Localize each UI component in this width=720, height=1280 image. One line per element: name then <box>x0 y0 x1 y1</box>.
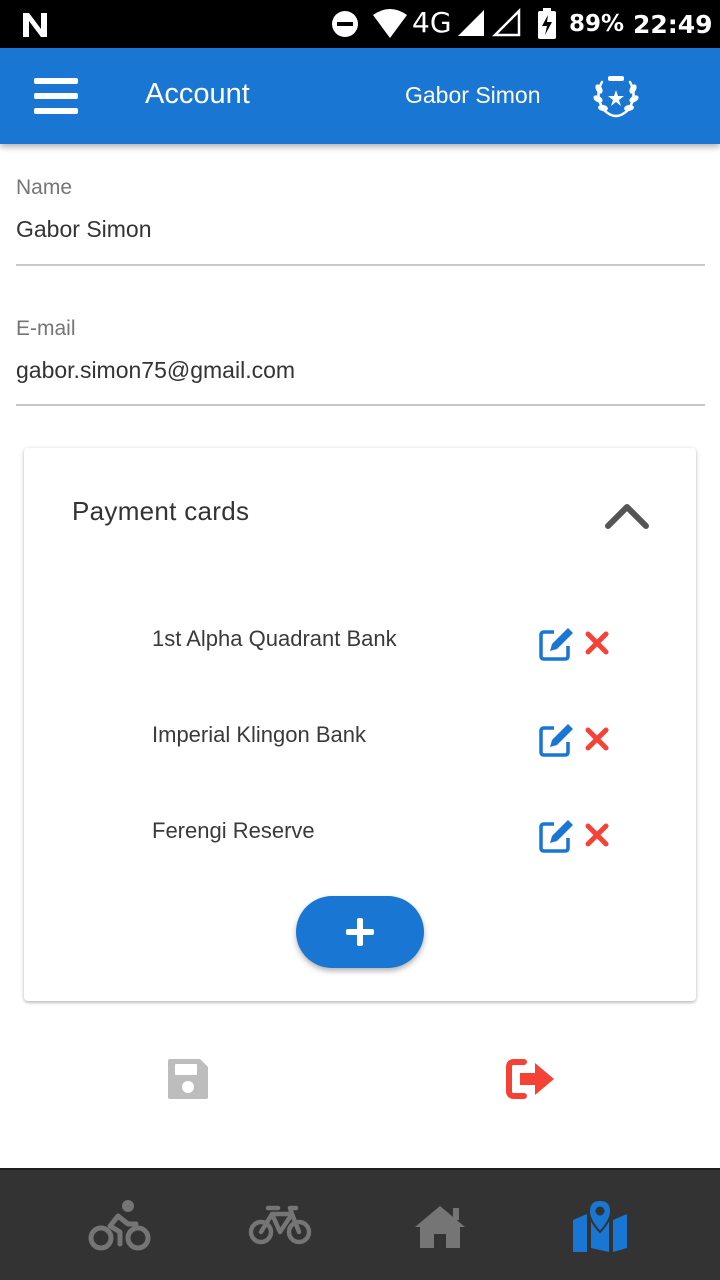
delete-icon[interactable] <box>584 630 610 656</box>
add-payment-card-button[interactable] <box>296 896 424 968</box>
bottom-navigation <box>0 1168 720 1280</box>
payment-card-row: 1st Alpha Quadrant Bank <box>152 626 622 666</box>
payment-cards-panel: Payment cards 1st Alpha Quadrant Bank Im… <box>24 448 696 1001</box>
name-label: Name <box>16 176 73 199</box>
name-field[interactable]: Name Gabor Simon <box>16 176 705 266</box>
hamburger-menu-icon[interactable] <box>34 78 78 114</box>
email-input[interactable]: gabor.simon75@gmail.com <box>16 357 705 384</box>
clock: 22:49 <box>633 10 713 39</box>
battery-charging-icon <box>538 8 556 39</box>
payment-card-row: Imperial Klingon Bank <box>152 722 622 762</box>
home-icon <box>415 1206 465 1248</box>
payment-card-name: Imperial Klingon Bank <box>152 722 367 747</box>
do-not-disturb-icon <box>332 11 358 37</box>
chevron-up-icon[interactable] <box>604 500 650 530</box>
floppy-disk-icon[interactable] <box>166 1057 210 1101</box>
notification-n-icon <box>23 13 47 37</box>
nav-map[interactable] <box>510 1170 690 1280</box>
bicycle-rider-icon <box>88 1200 151 1251</box>
nav-rides[interactable] <box>30 1170 210 1280</box>
edit-icon[interactable] <box>538 818 574 854</box>
edit-icon[interactable] <box>538 626 574 662</box>
network-type: 4G <box>412 6 452 39</box>
name-input[interactable]: Gabor Simon <box>16 216 705 243</box>
battery-percent: 89% <box>569 11 625 37</box>
nav-bikes[interactable] <box>190 1170 370 1280</box>
map-marker-icon <box>573 1198 627 1252</box>
user-name[interactable]: Gabor Simon <box>405 82 541 109</box>
email-field[interactable]: E-mail gabor.simon75@gmail.com <box>16 317 705 406</box>
payment-card-name: Ferengi Reserve <box>152 818 315 843</box>
payment-card-name: 1st Alpha Quadrant Bank <box>152 626 397 651</box>
wifi-icon <box>373 9 407 38</box>
delete-icon[interactable] <box>584 822 610 848</box>
status-bar: 4G 89% 22:49 <box>0 0 720 48</box>
sign-out-icon[interactable] <box>506 1058 558 1100</box>
signal-icon <box>458 10 484 36</box>
edit-icon[interactable] <box>538 722 574 758</box>
payment-card-row: Ferengi Reserve <box>152 818 622 858</box>
email-label: E-mail <box>16 317 76 340</box>
app-bar: Account Gabor Simon <box>0 48 720 144</box>
laurel-badge-icon[interactable] <box>590 72 642 120</box>
delete-icon[interactable] <box>584 726 610 752</box>
bicycle-icon <box>248 1205 312 1245</box>
payment-cards-title: Payment cards <box>72 496 250 526</box>
page-title: Account <box>145 78 250 110</box>
nav-home[interactable] <box>350 1170 530 1280</box>
signal-empty-icon <box>492 8 521 37</box>
